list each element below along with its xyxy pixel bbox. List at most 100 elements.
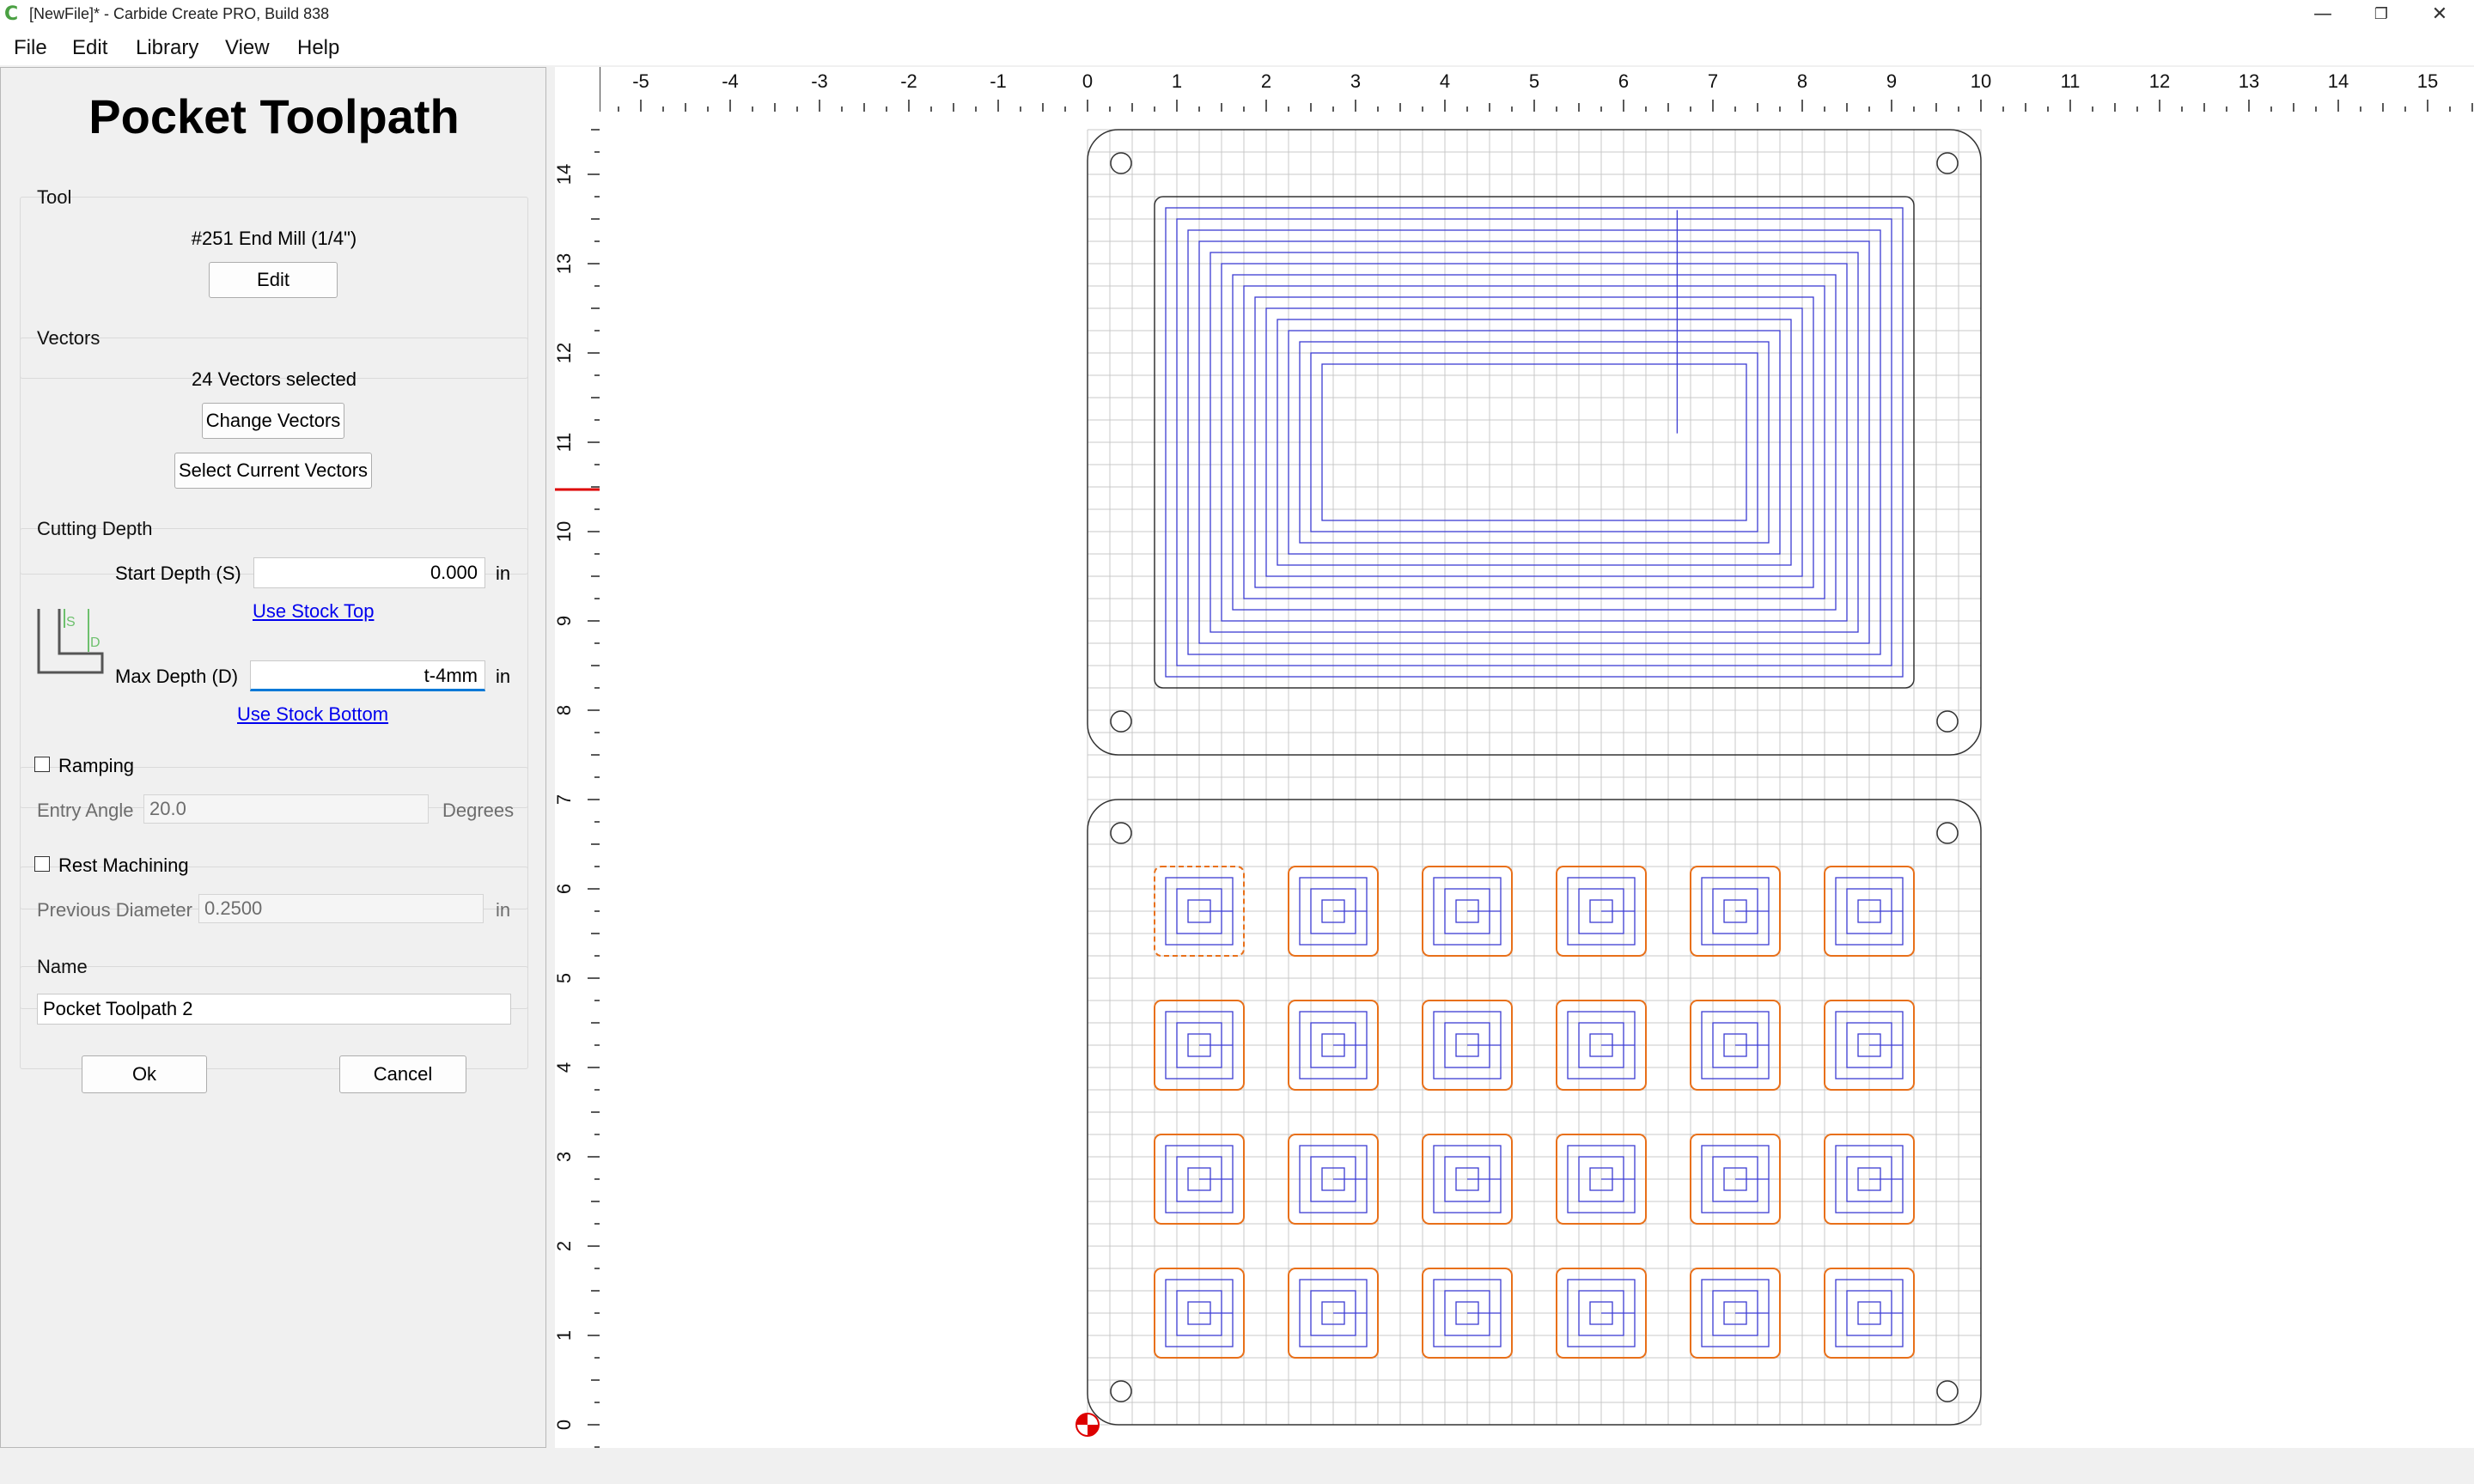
- entry-angle-label: Entry Angle: [37, 800, 134, 821]
- ruler-label: 0: [1082, 70, 1093, 92]
- origin-marker: [1076, 1413, 1100, 1437]
- window-title: [NewFile]* - Carbide Create PRO, Build 8…: [29, 5, 330, 22]
- max-depth-unit: in: [496, 666, 511, 687]
- mounting-hole: [1936, 152, 1959, 174]
- previous-diameter-input[interactable]: 0.2500: [198, 894, 484, 923]
- ruler-label: -3: [811, 70, 828, 92]
- ruler-label: -5: [632, 70, 649, 92]
- use-stock-top-link[interactable]: Use Stock Top: [253, 600, 374, 623]
- menu-bar: File Edit Library View Help: [0, 29, 2474, 65]
- entry-angle-unit: Degrees: [442, 800, 515, 821]
- title-bar: C [NewFile]* - Carbide Create PRO, Build…: [0, 0, 2474, 29]
- horizontal-ruler-svg: -5 -4 -3 -2 -1 0 1 2 3 4 5 6 7 8 9 10 11 12 13 14 15: [618, 70, 2473, 112]
- ruler-label: 8: [1797, 70, 1807, 92]
- ruler-label: 13: [2239, 70, 2259, 92]
- ruler-label: 13: [555, 253, 575, 274]
- ruler-label: 5: [555, 973, 575, 983]
- ruler-label: 3: [1350, 70, 1361, 92]
- origin-quadrant: [1088, 1425, 1099, 1436]
- maximize-button[interactable]: ❐: [2352, 0, 2410, 29]
- horizontal-ruler: -5 -4 -3 -2 -1 0 1 2 3 4 5 6 7 8 9 10 11 12 13 14 15: [555, 67, 2474, 113]
- ruler-label: 10: [555, 521, 575, 542]
- rest-machining-checkbox[interactable]: [34, 856, 50, 872]
- cutting-depth-label: Cutting Depth: [37, 518, 153, 539]
- edit-tool-button[interactable]: Edit: [209, 262, 338, 298]
- origin-quadrant: [1076, 1414, 1088, 1425]
- ok-button[interactable]: Ok: [82, 1055, 207, 1093]
- vectors-group-label: Vectors: [37, 327, 101, 349]
- mounting-hole: [1936, 822, 1959, 844]
- canvas-footer: [555, 1448, 2474, 1484]
- ruler-label: 11: [555, 433, 575, 453]
- select-current-vectors-button[interactable]: Select Current Vectors: [174, 453, 372, 489]
- menu-view[interactable]: View: [225, 36, 270, 60]
- diagram-s-label: S: [66, 615, 76, 629]
- ruler-label: 14: [2328, 70, 2349, 92]
- ruler-label: 12: [555, 343, 575, 363]
- ruler-label: -4: [722, 70, 739, 92]
- previous-diameter-unit: in: [496, 899, 511, 921]
- ruler-label: -2: [900, 70, 917, 92]
- minimize-button[interactable]: —: [2294, 0, 2352, 29]
- tool-name: #251 End Mill (1/4"): [191, 228, 357, 249]
- carbide-c-icon: C: [4, 3, 19, 25]
- toolpath-name-input[interactable]: Pocket Toolpath 2: [37, 994, 511, 1025]
- ruler-label: 2: [1261, 70, 1271, 92]
- ruler-label: 7: [555, 794, 575, 805]
- mounting-hole: [1936, 1380, 1959, 1402]
- pocket-toolpath-panel: Pocket Toolpath Tool #251 End Mill (1/4"…: [0, 67, 546, 1448]
- ruler-label: 1: [555, 1330, 575, 1341]
- design-canvas[interactable]: [600, 112, 2474, 1448]
- ruler-label: 14: [555, 164, 575, 185]
- vertical-ruler-svg: 01234567891011121314: [553, 129, 600, 1448]
- ruler-label: 6: [555, 884, 575, 894]
- tool-group-label: Tool: [37, 186, 72, 208]
- vectors-selected-status: 24 Vectors selected: [191, 368, 356, 390]
- ruler-label: 11: [2061, 70, 2081, 92]
- ruler-label: 15: [2417, 70, 2438, 92]
- change-vectors-button[interactable]: Change Vectors: [202, 403, 344, 439]
- rest-machining-label: Rest Machining: [58, 855, 189, 876]
- ruler-label: 9: [1886, 70, 1897, 92]
- ruler-label: 4: [555, 1062, 575, 1073]
- ruler-label: 12: [2149, 70, 2170, 92]
- max-depth-label: Max Depth (D): [115, 666, 239, 687]
- previous-diameter-label: Previous Diameter: [37, 899, 192, 921]
- menu-edit[interactable]: Edit: [72, 36, 107, 60]
- ruler-label: 8: [555, 705, 575, 715]
- max-depth-input[interactable]: t-4mm: [250, 660, 485, 691]
- entry-angle-input[interactable]: 20.0: [143, 794, 429, 824]
- menu-file[interactable]: File: [14, 36, 47, 60]
- menu-library[interactable]: Library: [136, 36, 198, 60]
- ruler-label: 7: [1708, 70, 1718, 92]
- ramping-label: Ramping: [58, 755, 135, 776]
- panel-title: Pocket Toolpath: [88, 89, 460, 143]
- ruler-label: 2: [555, 1241, 575, 1251]
- ruler-label: 5: [1529, 70, 1539, 92]
- cutting-depth-diagram: S D: [37, 609, 104, 674]
- menu-help[interactable]: Help: [297, 36, 339, 60]
- mounting-hole: [1110, 1380, 1132, 1402]
- start-depth-input[interactable]: 0.000: [253, 557, 485, 588]
- ramping-checkbox[interactable]: [34, 757, 50, 772]
- use-stock-bottom-link[interactable]: Use Stock Bottom: [237, 703, 388, 726]
- ruler-label: 0: [555, 1420, 575, 1430]
- mounting-hole: [1110, 152, 1132, 174]
- ruler-label: 9: [555, 616, 575, 626]
- ruler-label: 3: [555, 1152, 575, 1162]
- mounting-hole: [1110, 822, 1132, 844]
- ruler-label: -1: [990, 70, 1007, 92]
- cancel-button[interactable]: Cancel: [339, 1055, 466, 1093]
- vertical-ruler: 0 1 2 3 4 5 6 7 8 9 10 11 12 13 14: [553, 67, 600, 1448]
- start-depth-unit: in: [496, 563, 511, 584]
- name-group-label: Name: [37, 956, 88, 977]
- ruler-label: 10: [1971, 70, 1991, 92]
- close-button[interactable]: ✕: [2410, 0, 2469, 29]
- ruler-label: 6: [1618, 70, 1629, 92]
- mounting-hole: [1936, 710, 1959, 733]
- design-canvas-svg[interactable]: [600, 112, 2474, 1448]
- ruler-label: 1: [1172, 70, 1182, 92]
- mounting-hole: [1110, 710, 1132, 733]
- diagram-d-label: D: [90, 636, 101, 650]
- ruler-label: 4: [1440, 70, 1450, 92]
